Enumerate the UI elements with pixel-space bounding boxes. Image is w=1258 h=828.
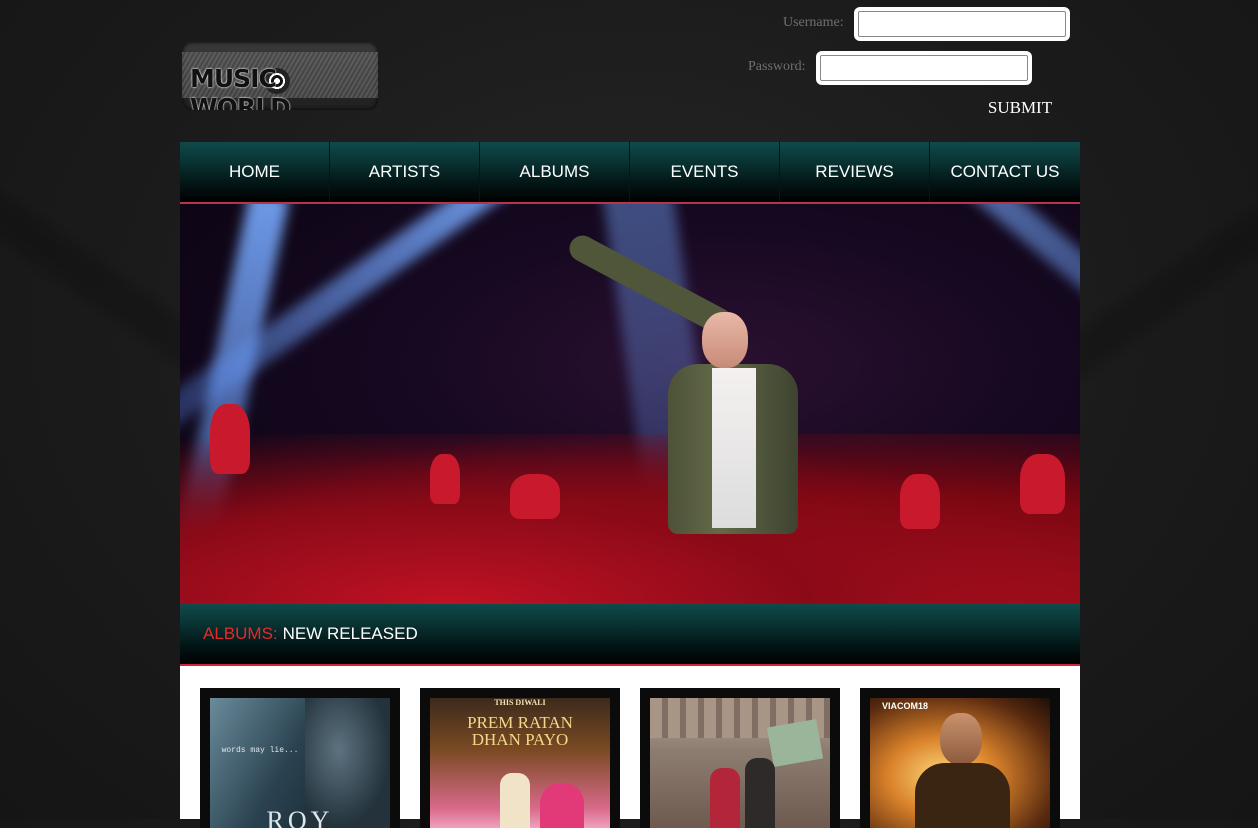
site-logo[interactable]: MUSIC WORLD <box>182 42 378 110</box>
album-cover: words may lie... ROY <box>210 698 390 828</box>
album-cover <box>650 698 830 828</box>
album-cover: THIS DIWALI PREM RATAN DHAN PAYO <box>430 698 610 828</box>
main-nav: HOME ARTISTS ALBUMS EVENTS REVIEWS CONTA… <box>180 142 1080 202</box>
nav-contact-us[interactable]: CONTACT US <box>930 142 1080 202</box>
nav-reviews[interactable]: REVIEWS <box>780 142 930 202</box>
album-title: ROY <box>266 806 334 828</box>
logo-text: MUSIC WORLD <box>190 64 291 110</box>
album-tagline: words may lie... <box>221 746 299 755</box>
hero-banner-image <box>180 204 1080 604</box>
password-label: Password: <box>748 59 806 74</box>
performer <box>564 231 830 544</box>
password-field-frame <box>816 51 1032 85</box>
albums-section-header: ALBUMS: NEW RELEASED <box>180 604 1080 664</box>
crowd-hand <box>900 474 940 529</box>
albums-title-suffix: NEW RELEASED <box>282 624 418 643</box>
username-input[interactable] <box>858 11 1066 37</box>
album-title: PREM RATAN DHAN PAYO <box>467 713 573 749</box>
album-card-roy[interactable]: words may lie... ROY <box>200 688 400 828</box>
page-container: MUSIC WORLD Username: Password: SUBMIT H… <box>180 0 1080 828</box>
album-card-prem-ratan-dhan-payo[interactable]: THIS DIWALI PREM RATAN DHAN PAYO <box>420 688 620 828</box>
album-tagline: THIS DIWALI <box>494 698 546 707</box>
username-label: Username: <box>783 15 844 30</box>
album-card-4[interactable]: VIACOM18 <box>860 688 1060 828</box>
albums-title-prefix: ALBUMS: <box>203 624 278 643</box>
crowd-hand <box>210 404 250 474</box>
album-card-3[interactable] <box>640 688 840 828</box>
password-input[interactable] <box>820 55 1028 81</box>
crowd-hand <box>1020 454 1065 514</box>
nav-home[interactable]: HOME <box>180 142 330 202</box>
nav-albums[interactable]: ALBUMS <box>480 142 630 202</box>
crowd <box>180 434 1080 604</box>
submit-button[interactable]: SUBMIT <box>980 96 1060 120</box>
nav-events[interactable]: EVENTS <box>630 142 780 202</box>
nav-artists[interactable]: ARTISTS <box>330 142 480 202</box>
album-cover: VIACOM18 <box>870 698 1050 828</box>
crowd-hand <box>430 454 460 504</box>
crowd-hand <box>510 474 560 519</box>
album-tagline: VIACOM18 <box>881 701 928 711</box>
username-field-frame <box>854 7 1070 41</box>
albums-grid: words may lie... ROY THIS DIWALI PREM RA… <box>180 666 1080 828</box>
